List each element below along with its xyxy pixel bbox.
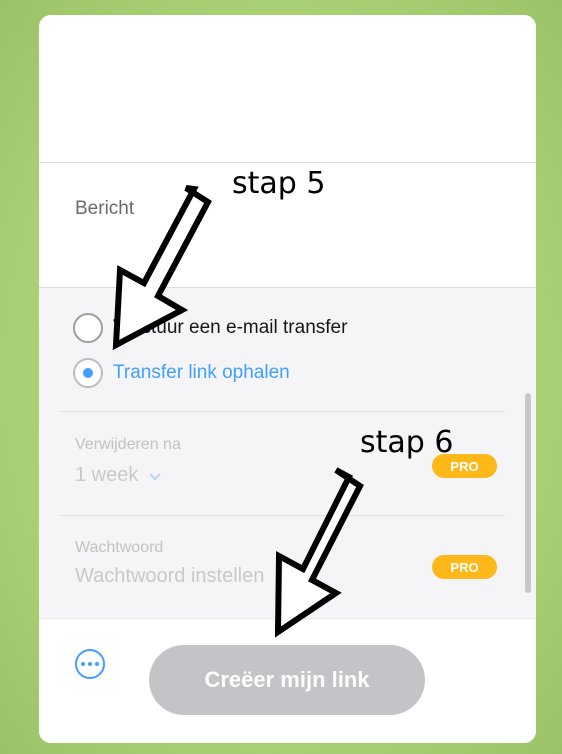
message-label: Bericht [75, 198, 135, 219]
annotation-step5: stap 5 [232, 166, 326, 201]
annotation-step6: stap 6 [360, 425, 454, 460]
radio-button-unchecked[interactable] [73, 313, 103, 343]
radio-get-link-label: Transfer link ophalen [113, 362, 290, 383]
expiry-dropdown[interactable]: 1 week [75, 464, 162, 487]
chevron-down-icon [149, 472, 162, 480]
options-section: Verstuur een e-mail transfer Transfer li… [39, 288, 536, 618]
radio-send-email[interactable]: Verstuur een e-mail transfer [73, 313, 347, 343]
transfer-panel: Bericht Verstuur een e-mail transfer Tra… [39, 15, 536, 743]
expiry-label: Verwijderen na [75, 436, 181, 453]
password-label: Wachtwoord [75, 539, 164, 556]
radio-send-email-label: Verstuur een e-mail transfer [113, 317, 348, 338]
pro-badge: PRO [432, 555, 497, 579]
upload-area[interactable] [39, 15, 536, 162]
divider [59, 515, 505, 516]
more-options-icon[interactable] [75, 649, 105, 679]
create-link-button[interactable]: Creëer mijn link [149, 645, 425, 715]
radio-button-checked[interactable] [73, 358, 103, 388]
password-input[interactable]: Wachtwoord instellen [75, 565, 264, 588]
expiry-value: 1 week [75, 464, 139, 486]
scrollbar[interactable] [525, 393, 531, 593]
divider [59, 411, 505, 412]
radio-get-link[interactable]: Transfer link ophalen [73, 358, 290, 388]
